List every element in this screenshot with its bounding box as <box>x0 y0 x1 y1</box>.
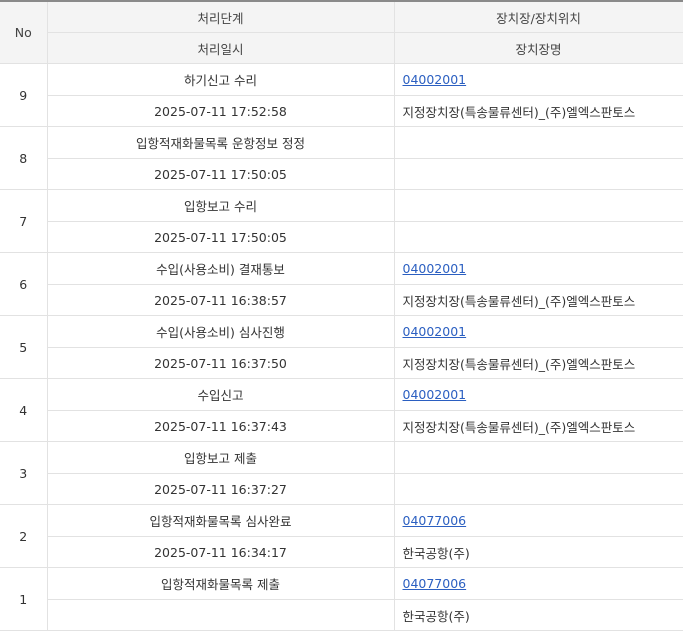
location-name-cell <box>394 473 683 505</box>
location-code-link[interactable]: 04002001 <box>403 324 467 339</box>
datetime-cell <box>47 599 395 631</box>
table-row: 2025-07-11 17:50:05 <box>0 221 683 253</box>
location-code-cell <box>394 441 683 474</box>
row-number: 1 <box>0 567 48 631</box>
location-name-cell: 지정장치장(특송물류센터)_(주)엘엑스판토스 <box>394 95 683 127</box>
stage-cell: 입항보고 수리 <box>47 189 395 222</box>
row-number: 3 <box>0 441 48 505</box>
datetime-cell: 2025-07-11 16:37:27 <box>47 473 395 505</box>
table-row: 2025-07-11 16:37:43 지정장치장(특송물류센터)_(주)엘엑스판… <box>0 410 683 442</box>
row-number: 9 <box>0 63 48 127</box>
row-number: 6 <box>0 252 48 316</box>
stage-cell: 수입(사용소비) 결재통보 <box>47 252 395 285</box>
location-code-link[interactable]: 04002001 <box>403 72 467 87</box>
table-row: 2025-07-11 16:37:27 <box>0 473 683 505</box>
table-row: 한국공항(주) <box>0 599 683 631</box>
table-row: 2025-07-11 16:38:57 지정장치장(특송물류센터)_(주)엘엑스판… <box>0 284 683 316</box>
header-location-name: 장치장명 <box>394 32 683 64</box>
location-code-cell: 04002001 <box>394 63 683 96</box>
table-row: 2025-07-11 16:37:50 지정장치장(특송물류센터)_(주)엘엑스판… <box>0 347 683 379</box>
stage-cell: 입항적재화물목록 심사완료 <box>47 504 395 537</box>
stage-cell: 입항보고 제출 <box>47 441 395 474</box>
location-name-cell: 한국공항(주) <box>394 536 683 568</box>
table-row: 2025-07-11 17:50:05 <box>0 158 683 190</box>
datetime-cell: 2025-07-11 16:37:50 <box>47 347 395 379</box>
table-row: 8 입항적재화물목록 운항정보 정정 <box>0 126 683 190</box>
row-number: 7 <box>0 189 48 253</box>
table-row: 1 입항적재화물목록 제출 04077006 <box>0 567 683 631</box>
location-name-cell <box>394 158 683 190</box>
datetime-cell: 2025-07-11 16:34:17 <box>47 536 395 568</box>
stage-cell: 입항적재화물목록 운항정보 정정 <box>47 126 395 159</box>
table-row: 7 입항보고 수리 <box>0 189 683 253</box>
table-row: 4 수입신고 04002001 <box>0 378 683 442</box>
location-code-cell: 04002001 <box>394 315 683 348</box>
table-header: No 처리단계 장치장/장치위치 처리일시 장치장명 <box>0 0 683 64</box>
table-row: 6 수입(사용소비) 결재통보 04002001 <box>0 252 683 316</box>
row-number: 5 <box>0 315 48 379</box>
header-location: 장치장/장치위치 <box>394 0 683 33</box>
location-code-cell <box>394 126 683 159</box>
table-row: 2 입항적재화물목록 심사완료 04077006 <box>0 504 683 568</box>
location-code-link[interactable]: 04002001 <box>403 387 467 402</box>
location-code-cell: 04077006 <box>394 504 683 537</box>
location-code-cell <box>394 189 683 222</box>
location-code-cell: 04002001 <box>394 252 683 285</box>
row-number: 2 <box>0 504 48 568</box>
location-name-cell: 지정장치장(특송물류센터)_(주)엘엑스판토스 <box>394 284 683 316</box>
location-name-cell: 한국공항(주) <box>394 599 683 631</box>
location-code-cell: 04077006 <box>394 567 683 600</box>
table-row: 2025-07-11 17:52:58 지정장치장(특송물류센터)_(주)엘엑스판… <box>0 95 683 127</box>
location-name-cell <box>394 221 683 253</box>
stage-cell: 입항적재화물목록 제출 <box>47 567 395 600</box>
table-row: 5 수입(사용소비) 심사진행 04002001 <box>0 315 683 379</box>
table-body: 9 하기신고 수리 04002001 2025-07-11 17:52:58 지정장치장… <box>0 63 683 631</box>
header-datetime: 처리일시 <box>47 32 395 64</box>
datetime-cell: 2025-07-11 16:38:57 <box>47 284 395 316</box>
stage-cell: 수입신고 <box>47 378 395 411</box>
location-code-link[interactable]: 04077006 <box>403 576 467 591</box>
datetime-cell: 2025-07-11 16:37:43 <box>47 410 395 442</box>
processing-history-table: No 처리단계 장치장/장치위치 처리일시 장치장명 9 하기신고 수리 04002… <box>0 0 683 631</box>
table-row: 9 하기신고 수리 04002001 <box>0 63 683 127</box>
location-name-cell: 지정장치장(특송물류센터)_(주)엘엑스판토스 <box>394 410 683 442</box>
table-row: 3 입항보고 제출 <box>0 441 683 505</box>
datetime-cell: 2025-07-11 17:50:05 <box>47 221 395 253</box>
stage-cell: 하기신고 수리 <box>47 63 395 96</box>
row-number: 8 <box>0 126 48 190</box>
table-row: 2025-07-11 16:34:17 한국공항(주) <box>0 536 683 568</box>
location-code-link[interactable]: 04077006 <box>403 513 467 528</box>
header-no: No <box>0 0 48 64</box>
datetime-cell: 2025-07-11 17:52:58 <box>47 95 395 127</box>
location-code-cell: 04002001 <box>394 378 683 411</box>
location-name-cell: 지정장치장(특송물류센터)_(주)엘엑스판토스 <box>394 347 683 379</box>
row-number: 4 <box>0 378 48 442</box>
location-code-link[interactable]: 04002001 <box>403 261 467 276</box>
datetime-cell: 2025-07-11 17:50:05 <box>47 158 395 190</box>
stage-cell: 수입(사용소비) 심사진행 <box>47 315 395 348</box>
header-stage: 처리단계 <box>47 0 395 33</box>
